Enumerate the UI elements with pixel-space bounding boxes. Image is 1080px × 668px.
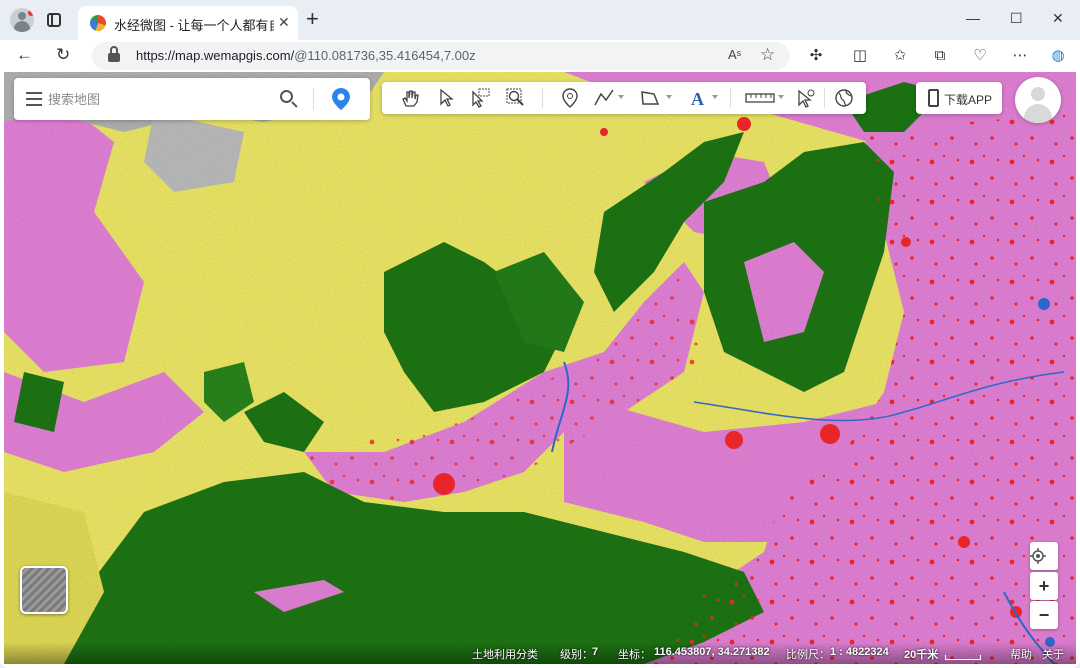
maximize-button[interactable]: ☐ (1010, 10, 1023, 27)
extensions-icon[interactable]: ✣ (806, 46, 826, 66)
pan-hand-icon[interactable] (400, 88, 420, 108)
polyline-icon[interactable] (594, 88, 614, 108)
add-favorite-star-icon[interactable]: ☆ (760, 45, 775, 65)
scale-bar (945, 655, 981, 660)
collections-icon[interactable]: ⧉ (930, 46, 950, 66)
map-canvas[interactable]: A 下载APP + − 土地利用分类 级别： 7 坐标： (4, 72, 1076, 664)
scale-label: 比例尺： (786, 649, 830, 661)
map-search-box (14, 78, 370, 120)
phone-icon (928, 89, 939, 107)
search-icon[interactable] (280, 90, 298, 108)
browser-essentials-icon[interactable]: ♡ (970, 46, 990, 66)
download-app-label: 下载APP (944, 93, 993, 107)
polyline-dropdown-icon[interactable] (618, 95, 624, 99)
more-icon[interactable]: ⋯ (1010, 46, 1030, 66)
measure-dropdown-icon[interactable] (778, 95, 784, 99)
zoom-in-button[interactable]: + (1030, 572, 1058, 600)
svg-text:A: A (691, 89, 704, 108)
back-button[interactable]: ← (16, 44, 33, 66)
address-toolbar: ← ↻ https://map.wemapgis.com/@110.081736… (0, 40, 1080, 72)
zoom-box-icon[interactable] (506, 88, 526, 108)
toolbar-divider (542, 88, 543, 108)
url-text[interactable]: https://map.wemapgis.com/@110.081736,35.… (136, 48, 476, 63)
read-aloud-icon[interactable]: Aˢ (728, 47, 741, 62)
map-status-bar: 土地利用分类 级别： 7 坐标： 116.453807, 34.271382 比… (4, 642, 1076, 664)
identify-pointer-icon[interactable] (796, 88, 816, 108)
close-window-button[interactable]: ✕ (1052, 10, 1064, 27)
zoom-out-button[interactable]: − (1030, 601, 1058, 629)
marker-icon[interactable] (560, 88, 580, 108)
level-value: 7 (592, 646, 599, 658)
minimize-button[interactable]: — (966, 10, 980, 26)
browser-window: 水经微图 - 让每一个人都有自己的 ✕ + — ☐ ✕ ← ↻ https://… (0, 0, 1080, 668)
about-link[interactable]: 关于 (1042, 646, 1064, 662)
divider (313, 88, 314, 110)
polygon-icon[interactable] (640, 88, 660, 108)
layer-name: 土地利用分类 (472, 649, 538, 661)
tab-actions-icon[interactable] (44, 10, 64, 30)
tab-title: 水经微图 - 让每一个人都有自己的 (114, 18, 274, 33)
toolbar-divider (730, 88, 731, 108)
land-use-map[interactable] (4, 72, 1076, 664)
map-search-input[interactable] (48, 89, 248, 109)
toolbar-divider (824, 88, 825, 108)
edge-icon[interactable]: ◍ (1048, 46, 1068, 66)
location-pin-icon[interactable] (332, 88, 350, 110)
measure-ruler-icon[interactable] (744, 88, 776, 108)
level-label: 级别： (560, 649, 593, 661)
coord-label: 坐标： (618, 649, 651, 661)
tab-active[interactable]: 水经微图 - 让每一个人都有自己的 ✕ (78, 6, 298, 40)
address-bar[interactable]: https://map.wemapgis.com/@110.081736,35.… (92, 42, 790, 70)
download-app-button[interactable]: 下载APP (916, 82, 1002, 114)
polygon-dropdown-icon[interactable] (666, 95, 672, 99)
tab-close-icon[interactable]: ✕ (278, 14, 290, 31)
site-favicon-icon (90, 15, 106, 31)
user-avatar[interactable] (1015, 77, 1061, 123)
text-dropdown-icon[interactable] (712, 95, 718, 99)
favorites-icon[interactable]: ✩ (890, 46, 910, 66)
drawing-toolbar: A (382, 82, 866, 114)
box-select-icon[interactable] (470, 88, 490, 108)
select-pointer-icon[interactable] (436, 88, 456, 108)
text-icon[interactable]: A (688, 88, 708, 108)
globe-icon[interactable] (834, 88, 854, 108)
locate-me-button[interactable] (1030, 542, 1058, 570)
hamburger-menu-icon[interactable] (26, 92, 42, 106)
scale-value: 1 : 4822324 (830, 646, 889, 658)
help-link[interactable]: 帮助 (1010, 646, 1032, 662)
basemap-switcher-thumbnail[interactable] (20, 566, 68, 614)
coord-value: 116.453807, 34.271382 (654, 646, 770, 658)
lock-icon[interactable] (108, 46, 120, 62)
tab-strip: 水经微图 - 让每一个人都有自己的 ✕ + — ☐ ✕ (0, 0, 1080, 40)
locate-crosshair-icon (1030, 548, 1046, 564)
split-screen-icon[interactable]: ◫ (850, 46, 870, 66)
profile-avatar-icon[interactable] (10, 8, 34, 32)
new-tab-button[interactable]: + (306, 8, 319, 30)
refresh-button[interactable]: ↻ (56, 44, 70, 66)
scale-distance: 20千米 (904, 649, 939, 661)
